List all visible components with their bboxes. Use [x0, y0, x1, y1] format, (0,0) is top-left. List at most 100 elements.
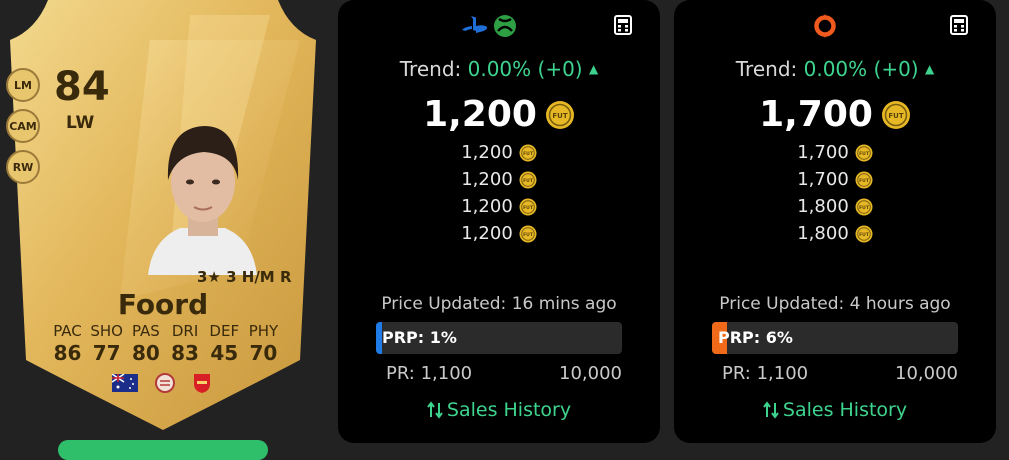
stat-def: DEF 45 [205, 322, 244, 365]
stat-label: SHO [90, 322, 123, 340]
playstation-icon [462, 16, 488, 33]
nation-league-club [112, 372, 212, 394]
stat-pac: PAC 86 [48, 322, 87, 365]
svg-text:FUT: FUT [859, 232, 870, 238]
arsenal-club-icon [194, 374, 210, 393]
price-row: 1,200 FUT [338, 166, 660, 193]
prp-label: PRP: 6% [718, 328, 793, 347]
platform-icons [674, 14, 996, 38]
stat-label: DEF [209, 322, 240, 340]
player-name: Foord [117, 288, 209, 321]
price-range-min: PR: 1,100 [386, 363, 473, 384]
stat-label: PAC [53, 322, 82, 340]
position-pill-rw: RW [6, 150, 40, 184]
platform-icons [338, 14, 660, 38]
lowest-price-value: 1,200 [423, 94, 537, 135]
stat-label: PAS [131, 322, 160, 340]
svg-text:FUT: FUT [523, 205, 534, 211]
price-range: PR: 1,100 10,000 [722, 363, 958, 384]
price-updated: Price Updated: 16 mins ago [381, 294, 617, 314]
player-card[interactable]: LM CAM RW 84 LW 3★ 3 H/M R Foord PAC 86 S… [0, 0, 320, 460]
xbox-icon [494, 15, 516, 37]
price-row: 1,700 FUT [674, 139, 996, 166]
price-panel-console: Trend: 0.00% (+0) ▲ 1,200 FUT 1,200 FUT … [338, 0, 660, 443]
stat-value: 83 [171, 341, 199, 365]
price-row: 1,800 FUT [674, 220, 996, 247]
price-row: 1,800 FUT [674, 193, 996, 220]
trend-line: Trend: 0.00% (+0) ▲ [338, 57, 660, 81]
sales-history-label: Sales History [446, 399, 572, 421]
skills-workrates: 3★ 3 H/M R [197, 268, 292, 286]
origin-pc-icon [814, 14, 836, 38]
stat-value: 86 [53, 341, 82, 365]
card-action-button[interactable] [58, 440, 268, 460]
stat-value: 80 [131, 341, 160, 365]
calculator-icon[interactable] [950, 15, 968, 35]
sort-arrows-icon [763, 401, 779, 419]
svg-text:FUT: FUT [859, 205, 870, 211]
trend-line: Trend: 0.00% (+0) ▲ [674, 57, 996, 81]
svg-text:FUT: FUT [552, 112, 567, 120]
trend-up-icon: ▲ [924, 62, 935, 76]
prp-label: PRP: 1% [382, 328, 457, 347]
stat-value: 45 [210, 341, 239, 365]
stat-label: PHY [248, 322, 279, 340]
price-value: 1,200 [461, 196, 513, 217]
position-pill-cam: CAM [6, 109, 40, 143]
price-row: 1,700 FUT [674, 166, 996, 193]
sales-history-label: Sales History [782, 399, 908, 421]
svg-text:FUT: FUT [523, 151, 534, 157]
price-value: 1,800 [797, 196, 849, 217]
league-badge-icon [155, 373, 175, 393]
coin-icon: FUT [519, 198, 537, 215]
calculator-icon[interactable] [614, 15, 632, 35]
prp-bar: PRP: 6% [712, 322, 958, 354]
price-value: 1,700 [797, 169, 849, 190]
coin-icon: FUT [881, 100, 910, 129]
stat-phy: PHY 70 [244, 322, 283, 365]
price-value: 1,800 [797, 223, 849, 244]
lowest-price: 1,200 FUT [338, 94, 660, 135]
price-panel-pc: Trend: 0.00% (+0) ▲ 1,700 FUT 1,700 FUT … [674, 0, 996, 443]
price-list: 1,200 FUT 1,200 FUT 1,200 FUT 1,200 FUT [338, 139, 660, 247]
price-range: PR: 1,100 10,000 [386, 363, 622, 384]
price-updated: Price Updated: 4 hours ago [719, 294, 951, 314]
coin-icon: FUT [545, 100, 574, 129]
trend-up-icon: ▲ [588, 62, 599, 76]
price-value: 1,200 [461, 142, 513, 163]
stat-sho: SHO 77 [87, 322, 126, 365]
player-rating: 84 [54, 64, 110, 110]
svg-text:FUT: FUT [523, 232, 534, 238]
trend-value: 0.00% (+0) [467, 57, 583, 81]
position-pill-lm: LM [6, 68, 40, 102]
stats-row: PAC 86 SHO 77 PAS 80 DRI 83 DEF 45 PHY 70 [48, 322, 283, 365]
price-value: 1,700 [797, 142, 849, 163]
sales-history-link[interactable]: Sales History [674, 399, 996, 421]
coin-icon: FUT [519, 144, 537, 161]
price-range-max: 10,000 [895, 363, 958, 384]
prp-bar: PRP: 1% [376, 322, 622, 354]
sales-history-link[interactable]: Sales History [338, 399, 660, 421]
stat-value: 77 [92, 341, 121, 365]
lowest-price: 1,700 FUT [674, 94, 996, 135]
svg-text:FUT: FUT [523, 178, 534, 184]
price-range-min: PR: 1,100 [722, 363, 809, 384]
stat-pas: PAS 80 [126, 322, 165, 365]
price-list: 1,700 FUT 1,700 FUT 1,800 FUT 1,800 FUT [674, 139, 996, 247]
coin-icon: FUT [855, 171, 873, 188]
sort-arrows-icon [427, 401, 443, 419]
stat-dri: DRI 83 [166, 322, 205, 365]
coin-icon: FUT [519, 171, 537, 188]
price-range-max: 10,000 [559, 363, 622, 384]
coin-icon: FUT [519, 225, 537, 242]
price-row: 1,200 FUT [338, 220, 660, 247]
trend-label: Trend: [735, 57, 798, 81]
svg-text:FUT: FUT [888, 112, 903, 120]
svg-text:FUT: FUT [859, 178, 870, 184]
stat-value: 70 [249, 341, 278, 365]
trend-value: 0.00% (+0) [803, 57, 919, 81]
trend-label: Trend: [399, 57, 462, 81]
australia-flag-icon [112, 374, 138, 392]
svg-text:FUT: FUT [859, 151, 870, 157]
stat-label: DRI [171, 322, 199, 340]
